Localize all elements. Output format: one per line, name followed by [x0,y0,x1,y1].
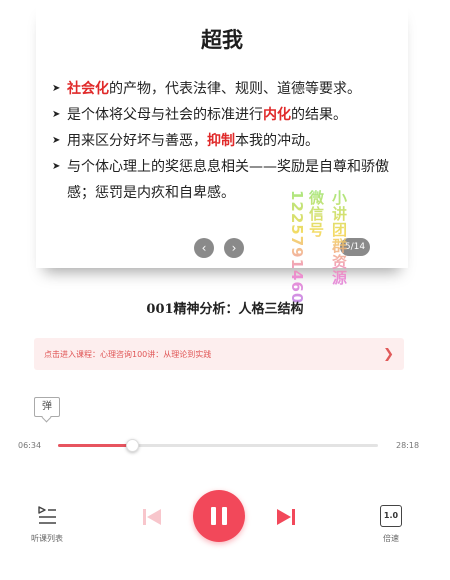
slide-next-button[interactable]: › [224,238,244,258]
progress-knob[interactable] [126,439,140,452]
playlist-button[interactable]: 听课列表 [22,502,72,550]
danmaku-label: 弹 [42,401,52,412]
slide-prev-button[interactable]: ‹ [194,238,214,258]
pause-icon [211,507,216,525]
chevron-left-icon: ‹ [201,241,207,255]
bullet-text: 是个体将父母与社会的标准进行 [67,107,263,123]
lesson-title: 001精神分析：人格三结构 [146,302,304,317]
course-link-label: 点击进入课程：心理咨询100讲：从理论到实践 [44,349,212,359]
highlight-term: 抑制 [207,133,235,149]
speed-label: 倍速 [383,534,399,543]
slide-bullets: 社会化的产物，代表法律、规则、道德等要求。是个体将父母与社会的标准进行内化的结果… [52,76,398,206]
course-link[interactable]: 点击进入课程：心理咨询100讲：从理论到实践 ❯ [34,338,404,370]
skip-next-icon [277,509,295,525]
chevron-right-icon: ❯ [383,346,394,362]
skip-previous-icon [143,509,161,525]
bullet-text: 的结果。 [291,107,347,123]
bullet-text: 本我的冲动。 [235,133,319,149]
danmaku-button[interactable]: 弹 [34,397,60,417]
highlight-term: 内化 [263,107,291,123]
slide-bullet: 社会化的产物，代表法律、规则、道德等要求。 [52,76,398,102]
slide-bullet: 用来区分好坏与善恶，抑制本我的冲动。 [52,128,398,154]
previous-track-button[interactable] [140,506,164,528]
speed-icon: 1.0 [380,505,402,527]
speed-button[interactable]: 1.0 倍速 [370,502,412,550]
pause-button[interactable] [193,490,245,542]
chevron-right-icon: › [231,241,237,255]
slide-title: 超我 [201,28,243,52]
bullet-text: 用来区分好坏与善恶， [67,133,207,149]
progress-slider[interactable] [58,439,378,452]
slide-card: 超我 社会化的产物，代表法律、规则、道德等要求。是个体将父母与社会的标准进行内化… [36,0,408,268]
pause-icon [222,507,227,525]
playlist-icon [38,506,56,524]
current-time: 06:34 [18,441,42,450]
next-track-button[interactable] [275,506,299,528]
slide-bullet: 是个体将父母与社会的标准进行内化的结果。 [52,102,398,128]
highlight-term: 社会化 [67,81,109,97]
bullet-text: 的产物，代表法律、规则、道德等要求。 [109,81,361,97]
progress-fill [58,444,133,447]
playlist-label: 听课列表 [31,534,63,543]
total-time: 28:18 [396,441,420,450]
speed-value: 1.0 [383,511,399,520]
